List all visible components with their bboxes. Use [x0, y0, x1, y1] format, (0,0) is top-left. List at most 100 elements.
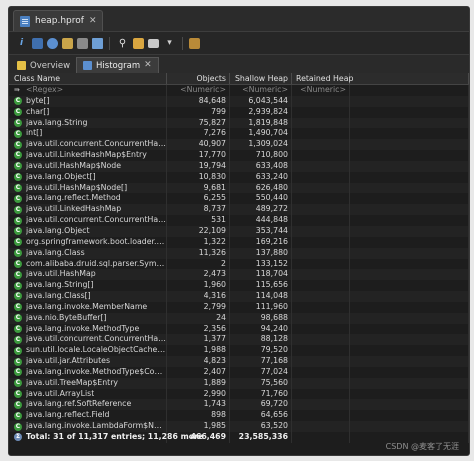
shallow-heap: 69,720: [230, 399, 292, 411]
objects-count: 4,823: [167, 356, 230, 367]
shallow-heap: 444,848: [230, 215, 292, 226]
filter-objects[interactable]: <Numeric>: [167, 85, 230, 96]
thread-overview-icon[interactable]: [77, 37, 88, 49]
retained-heap: [292, 301, 350, 313]
column-header-class-name[interactable]: Class Name: [9, 73, 167, 84]
column-header-objects[interactable]: Objects: [167, 73, 230, 84]
objects-count: 24: [167, 312, 230, 324]
shallow-heap: 1,819,848: [230, 117, 292, 129]
table-row[interactable]: Cbyte[] 84,648 6,043,544: [9, 95, 469, 107]
objects-count: 2,356: [167, 323, 230, 335]
editor-tab-heap-hprof[interactable]: heap.hprof ✕: [13, 10, 104, 31]
objects-count: 11,326: [167, 247, 230, 259]
shallow-heap: 63,520: [230, 421, 292, 432]
shallow-heap: 626,480: [230, 182, 292, 194]
table-row[interactable]: Cjava.util.ArrayList 2,990 71,760: [9, 388, 469, 400]
calculate-retained-icon[interactable]: [148, 38, 159, 48]
table-row[interactable]: Cjava.util.jar.Attributes 4,823 77,168: [9, 356, 469, 367]
retained-heap: [292, 312, 350, 324]
table-row[interactable]: Cjava.lang.invoke.MethodType$Concurre...…: [9, 366, 469, 378]
shallow-heap: 353,744: [230, 225, 292, 237]
objects-count: 799: [167, 106, 230, 118]
retained-heap: [292, 182, 350, 194]
table-row[interactable]: Corg.springframework.boot.loader.jar.Jar…: [9, 236, 469, 248]
filter-shallow[interactable]: <Numeric>: [230, 85, 292, 96]
class-icon: C: [14, 205, 22, 214]
table-row[interactable]: Cjava.util.concurrent.ConcurrentHashMa..…: [9, 139, 469, 151]
table-row[interactable]: Cjava.lang.ref.SoftReference 1,743 69,720: [9, 399, 469, 411]
table-row[interactable]: Cjava.util.LinkedHashMap 8,737 489,272: [9, 204, 469, 216]
close-icon[interactable]: ✕: [89, 16, 97, 26]
group-by-icon[interactable]: [133, 37, 144, 49]
class-icon: C: [14, 129, 22, 138]
retained-heap: [292, 421, 350, 432]
export-icon[interactable]: ▾: [163, 37, 176, 50]
tab-overview[interactable]: Overview: [11, 58, 76, 73]
editor-tab-title: heap.hprof: [35, 16, 84, 26]
table-row[interactable]: Cjava.util.LinkedHashMap$Entry 17,770 710,…: [9, 150, 469, 161]
filter-name[interactable]: <Regex>: [26, 85, 63, 96]
objects-count: 6,255: [167, 193, 230, 205]
table-row[interactable]: Cjava.lang.reflect.Field 898 64,656: [9, 410, 469, 422]
retained-heap: [292, 150, 350, 161]
table-row[interactable]: Cjava.lang.String 75,827 1,819,848: [9, 117, 469, 129]
table-row[interactable]: Cjava.lang.Class 11,326 137,880: [9, 247, 469, 259]
class-icon: C: [14, 422, 22, 431]
shallow-heap: 489,272: [230, 204, 292, 216]
table-row[interactable]: Cjava.util.concurrent.ConcurrentHashMap1…: [9, 334, 469, 346]
table-row[interactable]: Cjava.nio.ByteBuffer[] 24 98,688: [9, 312, 469, 324]
table-row[interactable]: Cjava.util.HashMap$Node 19,794 633,408: [9, 160, 469, 172]
dominator-tree-icon[interactable]: [47, 37, 58, 49]
objects-count: 1,322: [167, 236, 230, 248]
class-icon: C: [14, 390, 22, 399]
query-browser-icon[interactable]: [92, 37, 103, 49]
toolbar-separator: [109, 36, 110, 50]
compare-icon[interactable]: [189, 37, 200, 49]
column-header-shallow-heap[interactable]: Shallow Heap: [230, 73, 292, 84]
oql-icon[interactable]: [62, 37, 73, 49]
retained-heap: [292, 258, 350, 270]
objects-count: 22,109: [167, 225, 230, 237]
close-icon[interactable]: ✕: [144, 61, 152, 70]
table-row[interactable]: Cjava.lang.reflect.Method 6,255 550,440: [9, 193, 469, 205]
class-name: java.lang.ref.SoftReference: [26, 399, 132, 409]
retained-heap: [292, 204, 350, 216]
histogram-icon[interactable]: [32, 37, 43, 49]
table-row[interactable]: Cint[] 7,276 1,490,704: [9, 128, 469, 140]
table-row[interactable]: Cjava.util.HashMap$Node[] 9,681 626,480: [9, 182, 469, 194]
search-icon[interactable]: ⚲: [116, 37, 129, 50]
table-row[interactable]: Cjava.lang.invoke.MemberName 2,799 111,960: [9, 301, 469, 313]
objects-count: 7,276: [167, 128, 230, 140]
shallow-heap: 88,128: [230, 334, 292, 346]
table-row[interactable]: Ccom.alibaba.druid.sql.parser.SymbolTab.…: [9, 258, 469, 270]
table-row[interactable]: Cjava.lang.String[] 1,960 115,656: [9, 280, 469, 292]
class-name: java.lang.invoke.MethodType$Concurre...: [26, 366, 166, 376]
class-name: java.util.HashMap: [26, 269, 96, 279]
class-icon: C: [14, 270, 22, 279]
table-row[interactable]: Cjava.util.TreeMap$Entry 1,889 75,560: [9, 377, 469, 389]
table-row[interactable]: Cchar[] 799 2,939,824: [9, 106, 469, 118]
tab-histogram[interactable]: Histogram ✕: [76, 57, 159, 73]
shallow-heap: 2,939,824: [230, 106, 292, 118]
shallow-heap: 137,880: [230, 247, 292, 259]
table-row[interactable]: Cjava.lang.Object[] 10,830 633,240: [9, 171, 469, 183]
shallow-heap: 79,520: [230, 345, 292, 357]
column-header-retained-heap[interactable]: Retained Heap: [292, 73, 353, 84]
table-row[interactable]: Cjava.lang.Object 22,109 353,744: [9, 225, 469, 237]
column-header-filler: [350, 73, 469, 84]
table-row[interactable]: Cjava.util.HashMap 2,473 118,704: [9, 269, 469, 281]
shallow-heap: 94,240: [230, 323, 292, 335]
table-row[interactable]: Cjava.lang.invoke.LambdaForm$Name 1,985 63…: [9, 421, 469, 432]
filter-retained[interactable]: <Numeric>: [292, 85, 350, 96]
info-icon[interactable]: i: [15, 37, 28, 50]
filter-row[interactable]: ⇛ <Regex> <Numeric> <Numeric> <Numeric>: [9, 85, 469, 96]
shallow-heap: 1,490,704: [230, 128, 292, 140]
table-row[interactable]: Cjava.lang.invoke.MethodType 2,356 94,240: [9, 323, 469, 335]
table-row[interactable]: Cjava.lang.Class[] 4,316 114,048: [9, 291, 469, 302]
class-icon: C: [14, 216, 22, 225]
class-icon: C: [14, 162, 22, 171]
class-name: sun.util.locale.LocaleObjectCache$Cac...: [26, 345, 166, 355]
table-row[interactable]: Csun.util.locale.LocaleObjectCache$Cac..…: [9, 345, 469, 357]
table-row[interactable]: Cjava.util.concurrent.ConcurrentHashMa..…: [9, 215, 469, 226]
shallow-heap: 1,309,024: [230, 139, 292, 151]
